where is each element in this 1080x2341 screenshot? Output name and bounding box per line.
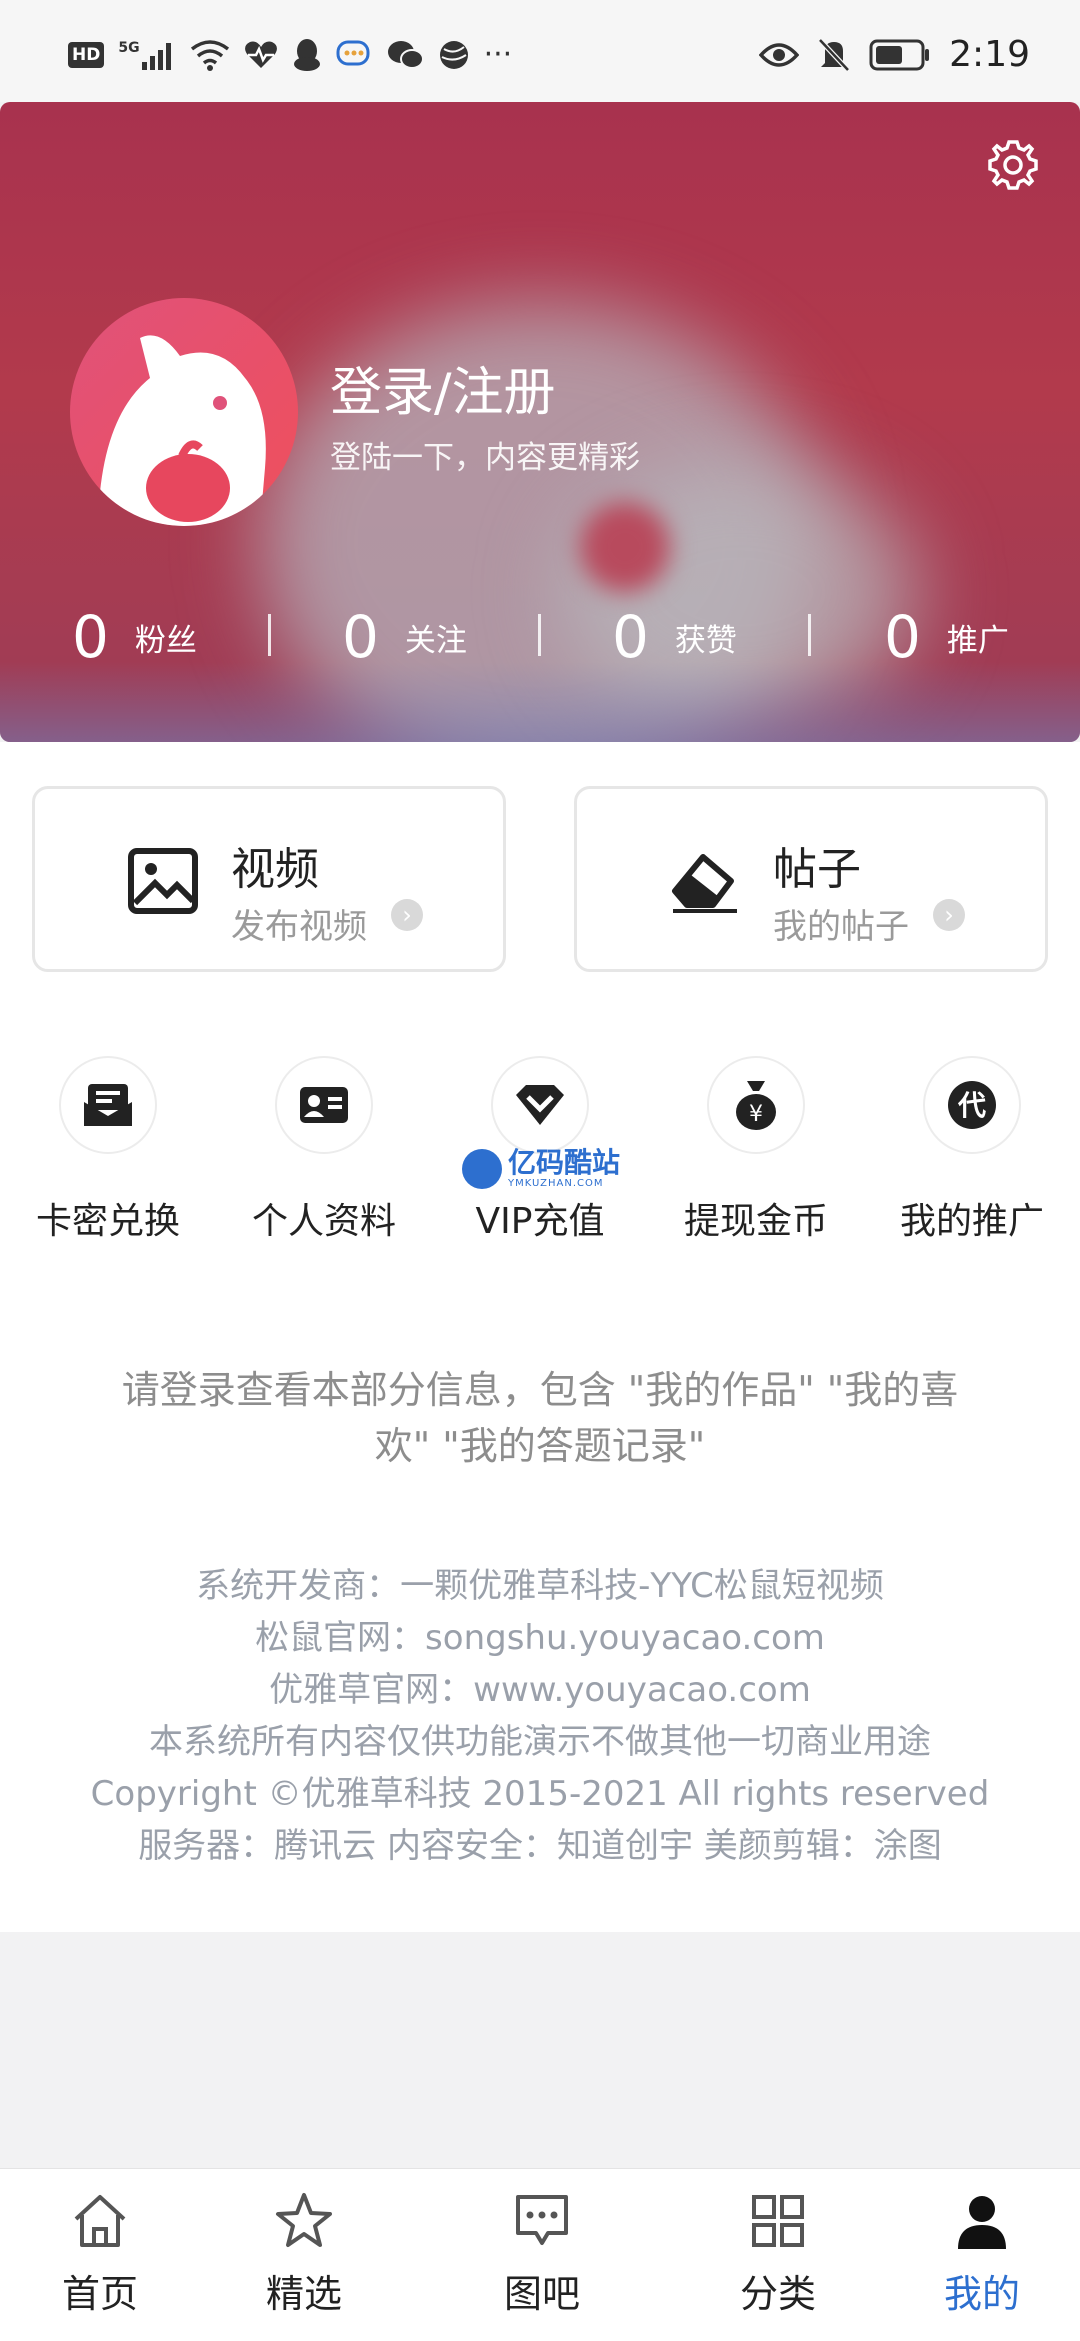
stat-divider <box>538 614 541 656</box>
hd-badge: HD <box>68 42 105 68</box>
menu-label: 提现金币 <box>683 1201 828 1242</box>
tab-label: 首页 <box>61 2272 138 2316</box>
video-card[interactable]: 视频 发布视频 › <box>32 786 506 972</box>
heart-rate-icon <box>244 41 277 68</box>
card-title: 帖子 <box>773 844 861 895</box>
login-notice: 请登录查看本部分信息，包含 "我的作品" "我的喜欢" "我的答题记录" <box>121 1368 959 1468</box>
menu-withdraw-coins[interactable]: ¥ 提现金币 <box>648 1056 864 1244</box>
card-title: 视频 <box>231 844 319 895</box>
money-bag-icon: ¥ <box>736 1081 776 1130</box>
menu-card-redeem[interactable]: 卡密兑换 <box>0 1056 216 1244</box>
profile-header: 登录/注册 登陆一下，内容更精彩 0 粉丝 0 关注 0 获赞 0 推广 <box>0 102 1080 742</box>
clock: 2:19 <box>949 34 1030 75</box>
watermark-domain: YMKUZHAN.COM <box>508 1178 604 1189</box>
stat-label: 关注 <box>404 622 467 659</box>
login-subtitle: 登陆一下，内容更精彩 <box>330 440 640 476</box>
stat-label: 获赞 <box>674 622 737 659</box>
svg-text:代: 代 <box>957 1089 986 1122</box>
card-subtitle: 发布视频 <box>231 907 367 947</box>
menu-icon-circle <box>491 1056 589 1154</box>
tab-mine[interactable]: 我的 <box>874 2169 1080 2341</box>
wechat-icon <box>387 41 424 69</box>
menu-profile-info[interactable]: 个人资料 <box>216 1056 432 1244</box>
stat-value: 0 <box>884 603 921 671</box>
stat-likes[interactable]: 0 获赞 <box>612 592 737 682</box>
status-bar: HD 5G ··· 2:19 <box>0 0 1080 102</box>
bell-muted-icon <box>818 37 850 72</box>
settings-gear-icon[interactable] <box>986 138 1040 192</box>
watermark-icon <box>462 1148 502 1189</box>
stat-value: 0 <box>72 603 109 671</box>
avatar[interactable] <box>70 298 298 526</box>
message-icon <box>516 2195 568 2245</box>
menu-label: VIP充值 <box>475 1201 605 1242</box>
image-icon <box>128 848 198 914</box>
tab-label: 精选 <box>265 2272 342 2316</box>
battery-icon <box>869 39 930 70</box>
network-label: 5G <box>118 40 140 56</box>
stat-label: 粉丝 <box>134 622 197 659</box>
chat-icon <box>336 40 370 66</box>
stat-divider <box>808 614 811 656</box>
tab-label: 图吧 <box>503 2272 580 2316</box>
eye-icon <box>759 42 800 67</box>
stats-row: 0 粉丝 0 关注 0 获赞 0 推广 <box>0 592 1080 682</box>
stat-value: 0 <box>342 603 379 671</box>
footer-line: 系统开发商：一颗优雅草科技-YYC松鼠短视频 <box>196 1566 884 1606</box>
stat-value: 0 <box>612 603 649 671</box>
card-subtitle: 我的帖子 <box>773 907 909 947</box>
qq-icon <box>293 39 320 71</box>
squirrel-logo <box>98 335 266 526</box>
tab-featured[interactable]: 精选 <box>196 2169 412 2341</box>
menu-icon-circle: 代 <box>923 1056 1021 1154</box>
stat-fans[interactable]: 0 粉丝 <box>72 592 197 682</box>
home-icon <box>74 2195 126 2247</box>
wifi-icon <box>190 40 229 71</box>
menu-label: 卡密兑换 <box>35 1201 180 1242</box>
eraser-icon <box>672 854 737 913</box>
star-icon <box>276 2193 332 2247</box>
5g-signal-icon: 5G <box>118 40 175 70</box>
posts-card[interactable]: 帖子 我的帖子 › <box>574 786 1048 972</box>
status-icons-right: 2:19 <box>759 34 1030 75</box>
stat-promotion[interactable]: 0 推广 <box>884 592 1009 682</box>
header-background-dot <box>580 502 670 592</box>
bottom-tab-bar: 首页 精选 图吧 分类 我的 <box>0 2168 1080 2341</box>
footer-line: 松鼠官网：songshu.youyacao.com <box>255 1618 825 1658</box>
tab-home[interactable]: 首页 <box>0 2169 208 2341</box>
stat-following[interactable]: 0 关注 <box>342 592 467 682</box>
tab-label: 我的 <box>943 2272 1020 2316</box>
tab-label: 分类 <box>739 2272 816 2316</box>
more-dots-icon: ··· <box>483 37 513 72</box>
dai-icon: 代 <box>948 1081 996 1129</box>
chevron-right-icon: › <box>933 899 965 931</box>
footer-info: 系统开发商：一颗优雅草科技-YYC松鼠短视频 松鼠官网：songshu.youy… <box>60 1560 1020 1872</box>
stat-label: 推广 <box>946 622 1009 659</box>
globe-icon <box>439 41 468 69</box>
menu-label: 我的推广 <box>899 1201 1044 1242</box>
diamond-icon <box>516 1085 564 1125</box>
footer-line: 服务器：腾讯云 内容安全：知道创宇 美颜剪辑：涂图 <box>138 1826 942 1866</box>
envelope-icon <box>84 1084 132 1126</box>
grid-icon <box>752 2195 804 2247</box>
menu-icon-circle <box>275 1056 373 1154</box>
tab-category[interactable]: 分类 <box>670 2169 886 2341</box>
stat-divider <box>268 614 271 656</box>
chevron-right-icon: › <box>391 899 423 931</box>
footer-line: 优雅草官网：www.youyacao.com <box>269 1670 811 1710</box>
menu-icon-circle <box>59 1056 157 1154</box>
menu-icon-circle: ¥ <box>707 1056 805 1154</box>
menu-label: 个人资料 <box>251 1201 396 1242</box>
menu-my-promotion[interactable]: 代 我的推广 <box>864 1056 1080 1244</box>
tab-tuba[interactable]: 图吧 <box>434 2169 650 2341</box>
footer-line: Copyright ©优雅草科技 2015-2021 All rights re… <box>90 1774 990 1814</box>
status-icons-left: HD 5G ··· <box>68 38 512 72</box>
footer-line: 本系统所有内容仅供功能演示不做其他一切商业用途 <box>149 1722 931 1762</box>
watermark-name: 亿码酷站 <box>508 1146 621 1179</box>
login-register-link[interactable]: 登录/注册 <box>330 350 556 425</box>
svg-text:¥: ¥ <box>749 1102 763 1127</box>
watermark-logo: 亿码酷站 YMKUZHAN.COM <box>462 1148 620 1189</box>
id-card-icon <box>300 1087 348 1123</box>
user-icon <box>958 2196 1006 2249</box>
